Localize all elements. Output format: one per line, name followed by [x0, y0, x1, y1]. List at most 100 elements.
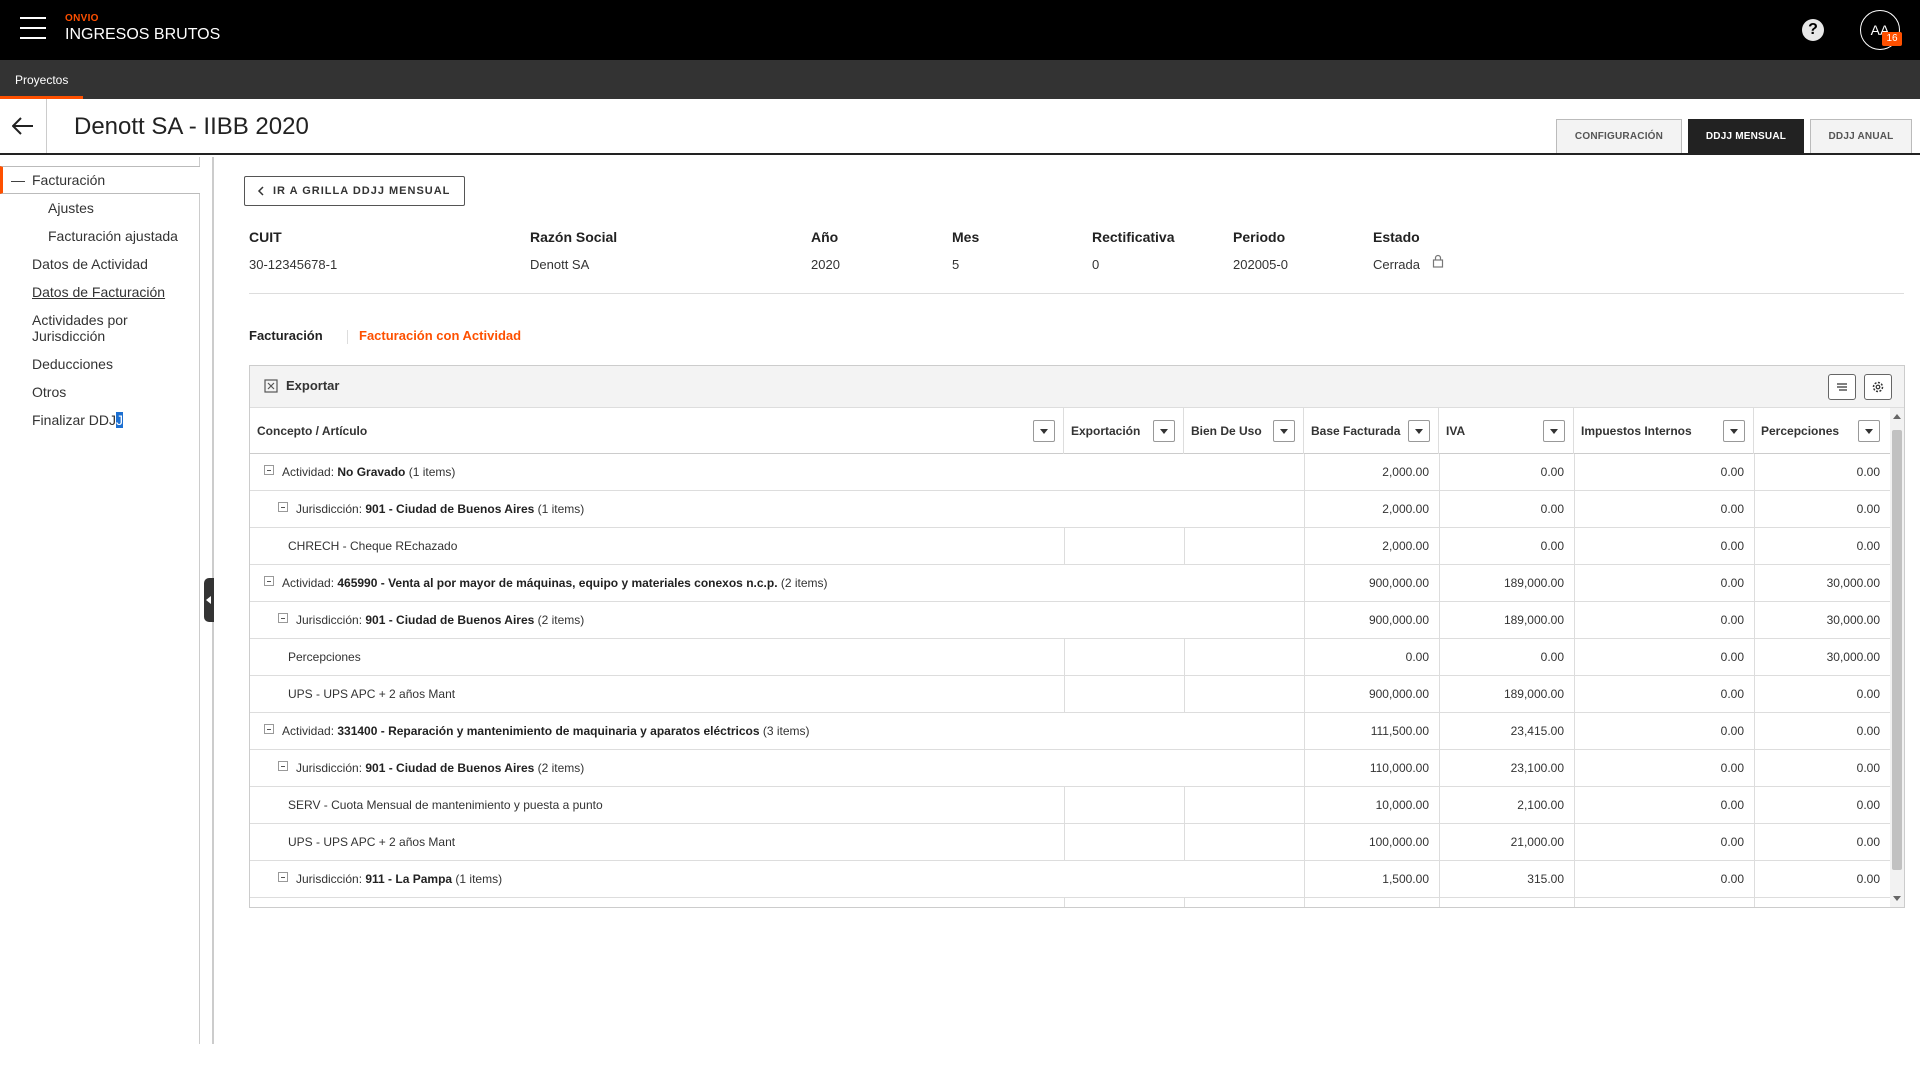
grid-body: Actividad: No Gravado (1 items) 2,000.00 0…	[250, 454, 1890, 907]
back-to-grid-button[interactable]: IR A GRILLA DDJJ MENSUAL	[244, 176, 465, 206]
text-selection: J	[116, 412, 124, 428]
filter-dropdown-button[interactable]	[1033, 420, 1055, 442]
subtab-facturacion-con-actividad[interactable]: Facturación con Actividad	[359, 328, 521, 343]
collapse-toggle-icon[interactable]	[278, 502, 288, 512]
table-row[interactable]: CHRECH - Cheque REchazado 2,000.00 0.00 0.0…	[250, 528, 1890, 565]
table-row[interactable]: UPS - UPS APC + 2 años Mant 100,000.00 21,…	[250, 824, 1890, 861]
col-header-concepto: Concepto / Artículo	[250, 408, 1064, 454]
avatar-badge: 16	[1882, 32, 1902, 46]
sidebar-item-facturacion[interactable]: — Facturación	[0, 166, 200, 194]
filter-dropdown-button[interactable]	[1273, 420, 1295, 442]
row-concept: Jurisdicción: 901 - Ciudad de Buenos Air…	[296, 750, 584, 786]
filter-dropdown-button[interactable]	[1153, 420, 1175, 442]
table-row[interactable]: Percepciones 0.00 0.00 0.00 30,000.00	[250, 639, 1890, 676]
sidebar-item-label: Facturación	[32, 172, 106, 188]
table-row[interactable]: UPS - UPS APC + 2 años Mant 900,000.00 189…	[250, 676, 1890, 713]
export-label: Exportar	[286, 378, 340, 393]
col-header-impuestos-internos: Impuestos Internos	[1574, 408, 1754, 454]
sidebar-item-deducciones[interactable]: Deducciones	[32, 356, 113, 372]
group-row[interactable]: Jurisdicción: 911 - La Pampa (1 items) 1,…	[250, 861, 1890, 898]
cell-divider	[1184, 528, 1185, 564]
table-row[interactable]: SERV - Cuota Mensual de mantenimiento y …	[250, 787, 1890, 824]
cell-iva: 315.00	[1439, 861, 1574, 897]
row-name: Percepciones	[288, 650, 361, 664]
hamburger-menu-icon[interactable]	[20, 17, 46, 41]
table-row[interactable]	[250, 898, 1890, 907]
filter-dropdown-button[interactable]	[1723, 420, 1745, 442]
cell-divider	[1184, 676, 1185, 712]
group-row[interactable]: Jurisdicción: 901 - Ciudad de Buenos Air…	[250, 750, 1890, 787]
group-row[interactable]: Actividad: 465990 - Venta al por mayor d…	[250, 565, 1890, 602]
row-item-count: (1 items)	[452, 872, 503, 886]
export-button[interactable]: Exportar	[264, 378, 339, 394]
back-arrow-button[interactable]	[0, 99, 47, 153]
tab-proyectos[interactable]: Proyectos	[0, 60, 84, 99]
tab-ddjj-mensual[interactable]: DDJJ MENSUAL	[1688, 119, 1804, 153]
cell-iva: 0.00	[1439, 491, 1574, 527]
collapse-toggle-icon[interactable]	[278, 761, 288, 771]
cell-divider	[1064, 528, 1065, 564]
scroll-up-arrow-icon[interactable]	[1893, 414, 1901, 419]
gear-icon	[1872, 381, 1884, 393]
cell-divider	[1184, 898, 1185, 907]
sidebar-item-otros[interactable]: Otros	[32, 384, 66, 400]
cell-iva: 0.00	[1439, 528, 1574, 564]
vertical-scrollbar[interactable]	[1890, 408, 1904, 907]
col-header-base-facturada: Base Facturada	[1304, 408, 1439, 454]
row-name: 901 - Ciudad de Buenos Aires	[365, 761, 535, 775]
sidebar-item-finalizar-ddjj[interactable]: Finalizar DDJJ	[32, 412, 124, 428]
sidebar-item-datos-facturacion[interactable]: Datos de Facturación	[32, 284, 165, 300]
grid-settings-button[interactable]	[1864, 374, 1892, 400]
group-row[interactable]: Jurisdicción: 901 - Ciudad de Buenos Air…	[250, 491, 1890, 528]
row-concept: UPS - UPS APC + 2 años Mant	[288, 676, 455, 712]
help-icon[interactable]: ?	[1802, 19, 1824, 41]
cell-impuestos-internos: 0.00	[1574, 565, 1754, 601]
row-concept: Percepciones	[288, 639, 361, 675]
sidebar-item-datos-actividad[interactable]: Datos de Actividad	[32, 256, 148, 272]
sidebar-item-facturacion-ajustada[interactable]: Facturación ajustada	[48, 228, 178, 244]
cell-base-facturada: 2,000.00	[1304, 528, 1439, 564]
filter-dropdown-button[interactable]	[1408, 420, 1430, 442]
tab-ddjj-anual[interactable]: DDJJ ANUAL	[1810, 119, 1912, 153]
sidebar-item-ajustes[interactable]: Ajustes	[48, 200, 94, 216]
collapse-toggle-icon[interactable]	[264, 724, 274, 734]
cell-impuestos-internos: 0.00	[1574, 861, 1754, 897]
cell-percepciones: 0.00	[1754, 713, 1890, 749]
tab-configuracion[interactable]: CONFIGURACIÓN	[1556, 119, 1682, 153]
sidebar-item-actividades-jurisdiccion[interactable]: Actividades por Jurisdicción	[32, 312, 128, 344]
collapse-dash-icon: —	[11, 172, 25, 188]
scroll-down-arrow-icon[interactable]	[1893, 896, 1901, 901]
row-name: UPS - UPS APC + 2 años Mant	[288, 835, 456, 849]
info-divider	[249, 293, 1904, 294]
back-arrow-icon	[12, 117, 33, 135]
row-concept: Jurisdicción: 901 - Ciudad de Buenos Air…	[296, 602, 584, 638]
label-estado: Estado	[1373, 229, 1420, 245]
filter-dropdown-button[interactable]	[1543, 420, 1565, 442]
sidebar-collapse-handle[interactable]	[204, 578, 214, 622]
row-prefix: Jurisdicción:	[296, 502, 366, 516]
collapse-toggle-icon[interactable]	[278, 613, 288, 623]
app-name: INGRESOS BRUTOS	[65, 26, 221, 43]
row-prefix: Jurisdicción:	[296, 613, 366, 627]
row-name: UPS - UPS APC + 2 años Mant	[288, 687, 456, 701]
value-rectificativa: 0	[1092, 257, 1100, 272]
row-item-count: (3 items)	[759, 724, 810, 738]
subtab-facturacion[interactable]: Facturación	[249, 328, 323, 343]
group-row[interactable]: Jurisdicción: 901 - Ciudad de Buenos Air…	[250, 602, 1890, 639]
group-row[interactable]: Actividad: 331400 - Reparación y manteni…	[250, 713, 1890, 750]
collapse-toggle-icon[interactable]	[278, 872, 288, 882]
cell-base-facturada: 900,000.00	[1304, 565, 1439, 601]
excel-export-icon	[264, 379, 278, 393]
cell-base-facturada: 100,000.00	[1304, 824, 1439, 860]
column-chooser-button[interactable]	[1828, 374, 1856, 400]
collapse-toggle-icon[interactable]	[264, 465, 274, 475]
row-item-count: (2 items)	[777, 576, 828, 590]
label-periodo: Periodo	[1233, 229, 1286, 245]
scrollbar-thumb[interactable]	[1892, 430, 1902, 870]
filter-dropdown-button[interactable]	[1858, 420, 1880, 442]
col-header-label: Exportación	[1071, 424, 1141, 438]
group-row[interactable]: Actividad: No Gravado (1 items) 2,000.00 0…	[250, 454, 1890, 491]
collapse-toggle-icon[interactable]	[264, 576, 274, 586]
cell-divider	[1184, 639, 1185, 675]
sub-navigation: Proyectos	[0, 60, 1920, 99]
